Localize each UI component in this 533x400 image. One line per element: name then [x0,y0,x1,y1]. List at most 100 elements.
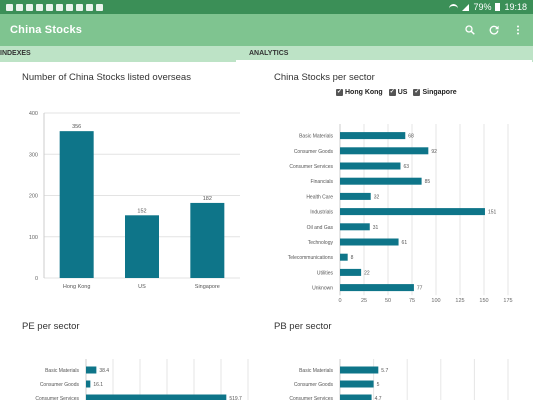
bar [340,268,362,276]
notification-icon [46,3,53,11]
more-vert-icon[interactable] [513,25,523,35]
bar-value-label: 22 [364,270,370,276]
x-tick-label: 25 [361,298,367,304]
bar [340,147,429,155]
bar-value-label: 182 [203,196,212,202]
bar-value-label: 5.7 [381,368,388,374]
legend-label: Singapore [422,89,457,96]
legend-item-us[interactable]: ✓ US [388,89,408,96]
x-tick-label: Singapore [195,284,220,290]
bar [86,380,91,388]
bar [340,284,414,292]
bar [86,366,97,374]
bar-value-label: 356 [72,124,81,130]
y-tick-label: 100 [29,235,38,241]
tab-analytics[interactable]: ANALYTICS [249,50,288,57]
battery-icon [495,3,501,11]
legend-item-singapore[interactable]: ✓ Singapore [413,89,457,96]
x-tick-label: 125 [455,298,464,304]
app-title: China Stocks [10,24,83,36]
x-tick-label: 50 [385,298,391,304]
tab-indexes[interactable]: INDEXES [0,50,31,57]
category-label: Consumer Goods [294,149,334,155]
bar [59,131,94,278]
notification-icon [26,3,33,11]
category-label: Technology [308,240,334,246]
bar-value-label: 8 [351,255,354,261]
category-label: Industrials [310,210,333,216]
tab-indicator [236,60,532,62]
y-tick-label: 200 [29,194,38,200]
clock: 19:18 [504,2,527,12]
notification-icon [86,3,93,11]
category-label: Health Care [306,194,333,200]
bar [340,162,401,170]
notification-icon [16,3,23,11]
category-label: Consumer Goods [294,382,334,388]
bar-value-label: 63 [403,164,409,170]
y-tick-label: 0 [35,276,38,282]
category-label: Basic Materials [299,368,333,374]
bar-value-label: 92 [431,149,437,155]
refresh-icon[interactable] [489,25,499,35]
sector-bar-chart: 0 25 50 75 100 125 150 175 Basic Materials 68 Cons… [288,124,513,304]
status-right: 79% 19:18 [449,2,527,12]
per-sector-title: China Stocks per sector [274,72,375,83]
signal-icon [462,3,470,11]
x-tick-label: 100 [431,298,440,304]
bar-value-label: 519.7 [229,396,242,400]
bar-value-label: 4.7 [375,396,382,400]
legend-item-hong-kong[interactable]: ✓ Hong Kong [336,89,383,96]
bar [340,394,372,400]
app-bar: China Stocks [0,14,533,46]
sector-legend: ✓ Hong Kong ✓ US ✓ Singapore [336,89,457,96]
category-label: Consumer Goods [40,382,80,388]
bar [86,394,227,400]
pb-bar-chart: Basic Materials 5.7 Consumer Goods 5 Consume… [289,359,509,400]
bar [190,202,225,278]
bar-value-label: 68 [408,134,414,140]
bar [340,253,348,261]
status-bar: 79% 19:18 [0,0,533,14]
bar [340,380,374,388]
bar-value-label: 5 [377,382,380,388]
bar-value-label: 77 [417,286,423,292]
notification-icon [36,3,43,11]
checkbox-icon[interactable]: ✓ [388,89,396,96]
category-label: Financials [310,179,333,185]
bar [340,208,485,216]
bar-value-label: 85 [425,179,431,185]
checkbox-icon[interactable]: ✓ [336,89,343,96]
x-tick-label: 150 [479,298,488,304]
bar-value-label: 61 [402,240,408,246]
bar-value-label: 151 [488,210,497,216]
checkbox-icon[interactable]: ✓ [413,89,421,96]
category-label: Consumer Services [289,396,333,400]
y-tick-label: 300 [29,152,38,158]
x-tick-label: US [138,284,146,290]
bar [340,223,370,231]
bar-value-label: 31 [373,225,379,231]
legend-label: US [397,89,408,96]
category-label: Oil and Gas [307,225,334,231]
category-label: Basic Materials [45,368,79,374]
category-label: Unknown [312,286,333,292]
search-icon[interactable] [465,25,475,35]
bar-value-label: 32 [374,194,380,200]
notification-icon [66,3,73,11]
category-label: Consumer Services [289,164,333,170]
notification-icon [56,3,63,11]
category-label: Consumer Services [35,396,79,400]
notification-icon [96,3,103,11]
category-label: Telecommunications [288,255,334,261]
notification-icon [6,3,13,11]
category-label: Basic Materials [299,134,333,140]
legend-label: Hong Kong [345,89,383,96]
x-tick-label: 75 [409,298,415,304]
bar-value-label: 152 [137,208,146,214]
bar [340,366,379,374]
pb-sector-title: PB per sector [274,321,332,332]
bar [340,238,399,246]
bar-value-label: 16.1 [93,382,103,388]
x-tick-label: 175 [503,298,512,304]
